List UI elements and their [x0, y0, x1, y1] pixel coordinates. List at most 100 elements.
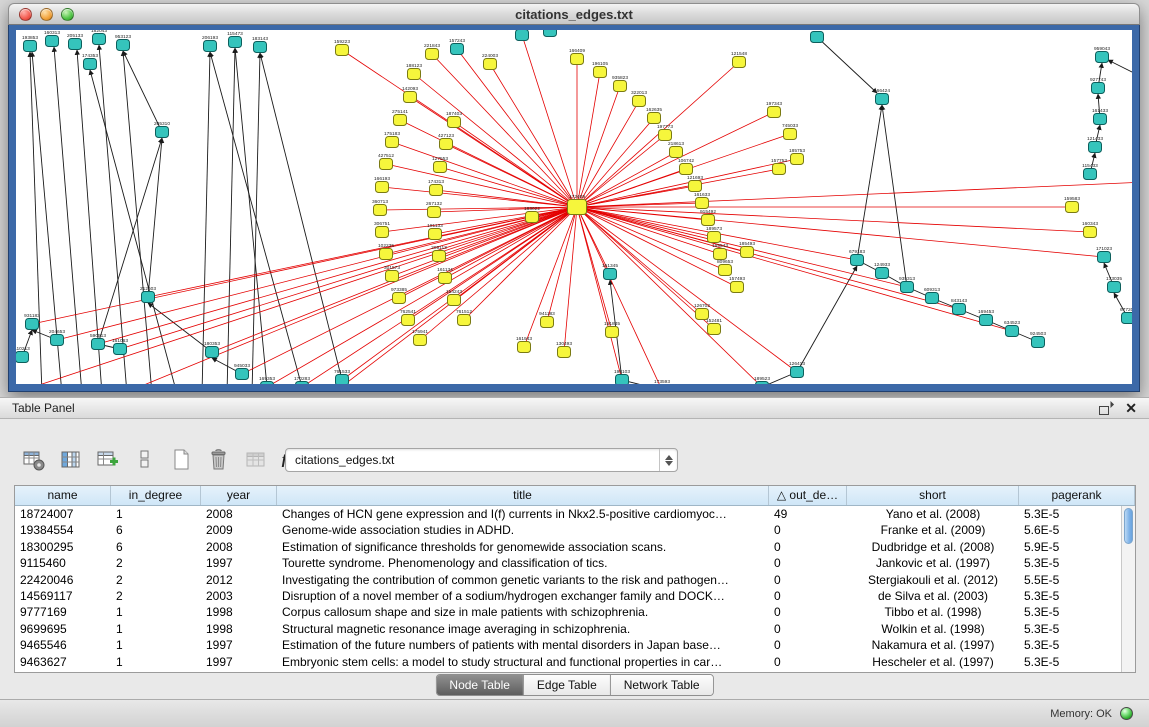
cell-name[interactable]: 9115460	[15, 555, 111, 571]
cell-pagerank[interactable]: 5.6E-5	[1019, 522, 1121, 538]
cell-short[interactable]: Dudbridge et al. (2008)	[847, 539, 1019, 555]
graph-node-teal[interactable]	[16, 352, 29, 363]
cell-in_degree[interactable]: 6	[111, 539, 201, 555]
cell-in_degree[interactable]: 6	[111, 522, 201, 538]
graph-node-yellow[interactable]	[606, 327, 619, 338]
graph-node-yellow[interactable]	[458, 315, 471, 326]
cell-in_degree[interactable]: 1	[111, 506, 201, 522]
cell-title[interactable]: Corpus callosum shape and size in male p…	[277, 604, 769, 620]
graph-node-yellow[interactable]	[428, 207, 441, 218]
graph-node-teal[interactable]	[901, 282, 914, 293]
graph-node-yellow[interactable]	[696, 198, 709, 209]
scrollbar-thumb[interactable]	[1124, 508, 1133, 544]
cell-year[interactable]: 2012	[201, 572, 277, 588]
cell-short[interactable]: de Silva et al. (2003)	[847, 588, 1019, 604]
cell-title[interactable]: Disruption of a novel member of a sodium…	[277, 588, 769, 604]
graph-node-yellow[interactable]	[376, 182, 389, 193]
graph-node-yellow[interactable]	[594, 67, 607, 78]
graph-node-teal[interactable]	[1092, 83, 1105, 94]
cell-out_degree[interactable]: 0	[769, 654, 847, 670]
cell-name[interactable]: 18300295	[15, 539, 111, 555]
graph-node-teal[interactable]	[1096, 52, 1109, 63]
cell-year[interactable]: 2003	[201, 588, 277, 604]
graph-node-yellow[interactable]	[719, 265, 732, 276]
graph-node-teal[interactable]	[24, 41, 37, 52]
show-columns-button[interactable]	[59, 447, 83, 473]
graph-node-yellow[interactable]	[1084, 227, 1097, 238]
cell-in_degree[interactable]: 2	[111, 588, 201, 604]
graph-node-teal[interactable]	[156, 127, 169, 138]
graph-node-yellow[interactable]	[541, 317, 554, 328]
graph-node-teal[interactable]	[26, 319, 39, 330]
graph-node-yellow[interactable]	[568, 200, 587, 215]
graph-node-teal[interactable]	[117, 40, 130, 51]
cell-pagerank[interactable]: 5.9E-5	[1019, 539, 1121, 555]
cell-short[interactable]: Yano et al. (2008)	[847, 506, 1019, 522]
tab-edge-table[interactable]: Edge Table	[523, 675, 610, 695]
cell-short[interactable]: Tibbo et al. (1998)	[847, 604, 1019, 620]
graph-node-teal[interactable]	[69, 39, 82, 50]
graph-node-yellow[interactable]	[648, 113, 661, 124]
graph-node-yellow[interactable]	[414, 335, 427, 346]
graph-node-teal[interactable]	[46, 36, 59, 47]
graph-node-teal[interactable]	[980, 315, 993, 326]
graph-node-yellow[interactable]	[741, 247, 754, 258]
cell-name[interactable]: 18724007	[15, 506, 111, 522]
graph-node-yellow[interactable]	[484, 59, 497, 70]
cell-name[interactable]: 19384554	[15, 522, 111, 538]
table-row[interactable]: 946362711997Embryonic stem cells: a mode…	[15, 654, 1121, 670]
graph-node-teal[interactable]	[811, 32, 824, 43]
cell-out_degree[interactable]: 0	[769, 588, 847, 604]
graph-node-teal[interactable]	[516, 30, 529, 41]
graph-node-yellow[interactable]	[768, 107, 781, 118]
table-row[interactable]: 1456911722003Disruption of a novel membe…	[15, 588, 1121, 604]
graph-node-teal[interactable]	[1084, 169, 1097, 180]
cell-name[interactable]: 9699695	[15, 621, 111, 637]
graph-node-yellow[interactable]	[708, 324, 721, 335]
cell-out_degree[interactable]: 0	[769, 604, 847, 620]
column-header-short[interactable]: short	[847, 486, 1019, 505]
cell-in_degree[interactable]: 1	[111, 604, 201, 620]
graph-node-yellow[interactable]	[426, 49, 439, 60]
graph-node-yellow[interactable]	[448, 117, 461, 128]
graph-node-yellow[interactable]	[386, 137, 399, 148]
table-row[interactable]: 2242004622012Investigating the contribut…	[15, 572, 1121, 588]
graph-node-yellow[interactable]	[404, 92, 417, 103]
column-header-out-degree[interactable]: △ out_de…	[769, 486, 847, 505]
cell-pagerank[interactable]: 5.3E-5	[1019, 654, 1121, 670]
table-options-button[interactable]	[22, 447, 46, 473]
network-canvas[interactable]: 1724091420932751411751834275121661933607…	[16, 30, 1132, 384]
graph-node-teal[interactable]	[1089, 142, 1102, 153]
cell-year[interactable]: 1997	[201, 555, 277, 571]
graph-node-teal[interactable]	[876, 268, 889, 279]
graph-node-teal[interactable]	[51, 335, 64, 346]
graph-node-teal[interactable]	[254, 42, 267, 53]
cell-short[interactable]: Wolkin et al. (1998)	[847, 621, 1019, 637]
combobox-stepper-icon[interactable]	[659, 449, 677, 471]
cell-name[interactable]: 22420046	[15, 572, 111, 588]
graph-node-yellow[interactable]	[731, 282, 744, 293]
cell-out_degree[interactable]: 0	[769, 539, 847, 555]
cell-name[interactable]: 9465546	[15, 637, 111, 653]
graph-node-teal[interactable]	[92, 339, 105, 350]
graph-node-yellow[interactable]	[448, 295, 461, 306]
graph-node-teal[interactable]	[544, 30, 557, 37]
graph-node-yellow[interactable]	[670, 147, 683, 158]
graph-node-teal[interactable]	[142, 292, 155, 303]
graph-node-yellow[interactable]	[374, 205, 387, 216]
graph-node-teal[interactable]	[229, 37, 242, 48]
cell-out_degree[interactable]: 0	[769, 637, 847, 653]
cell-out_degree[interactable]: 49	[769, 506, 847, 522]
table-row[interactable]: 969969511998Structural magnetic resonanc…	[15, 621, 1121, 637]
cell-name[interactable]: 9777169	[15, 604, 111, 620]
zoom-window-button[interactable]	[61, 8, 74, 21]
cell-year[interactable]: 2009	[201, 522, 277, 538]
cell-pagerank[interactable]: 5.3E-5	[1019, 604, 1121, 620]
table-scrollbar[interactable]	[1121, 506, 1135, 672]
graph-node-yellow[interactable]	[1066, 202, 1079, 213]
add-column-button[interactable]	[96, 447, 120, 473]
column-header-name[interactable]: name	[15, 486, 111, 505]
cell-name[interactable]: 9463627	[15, 654, 111, 670]
graph-node-yellow[interactable]	[680, 164, 693, 175]
cell-pagerank[interactable]: 5.3E-5	[1019, 588, 1121, 604]
